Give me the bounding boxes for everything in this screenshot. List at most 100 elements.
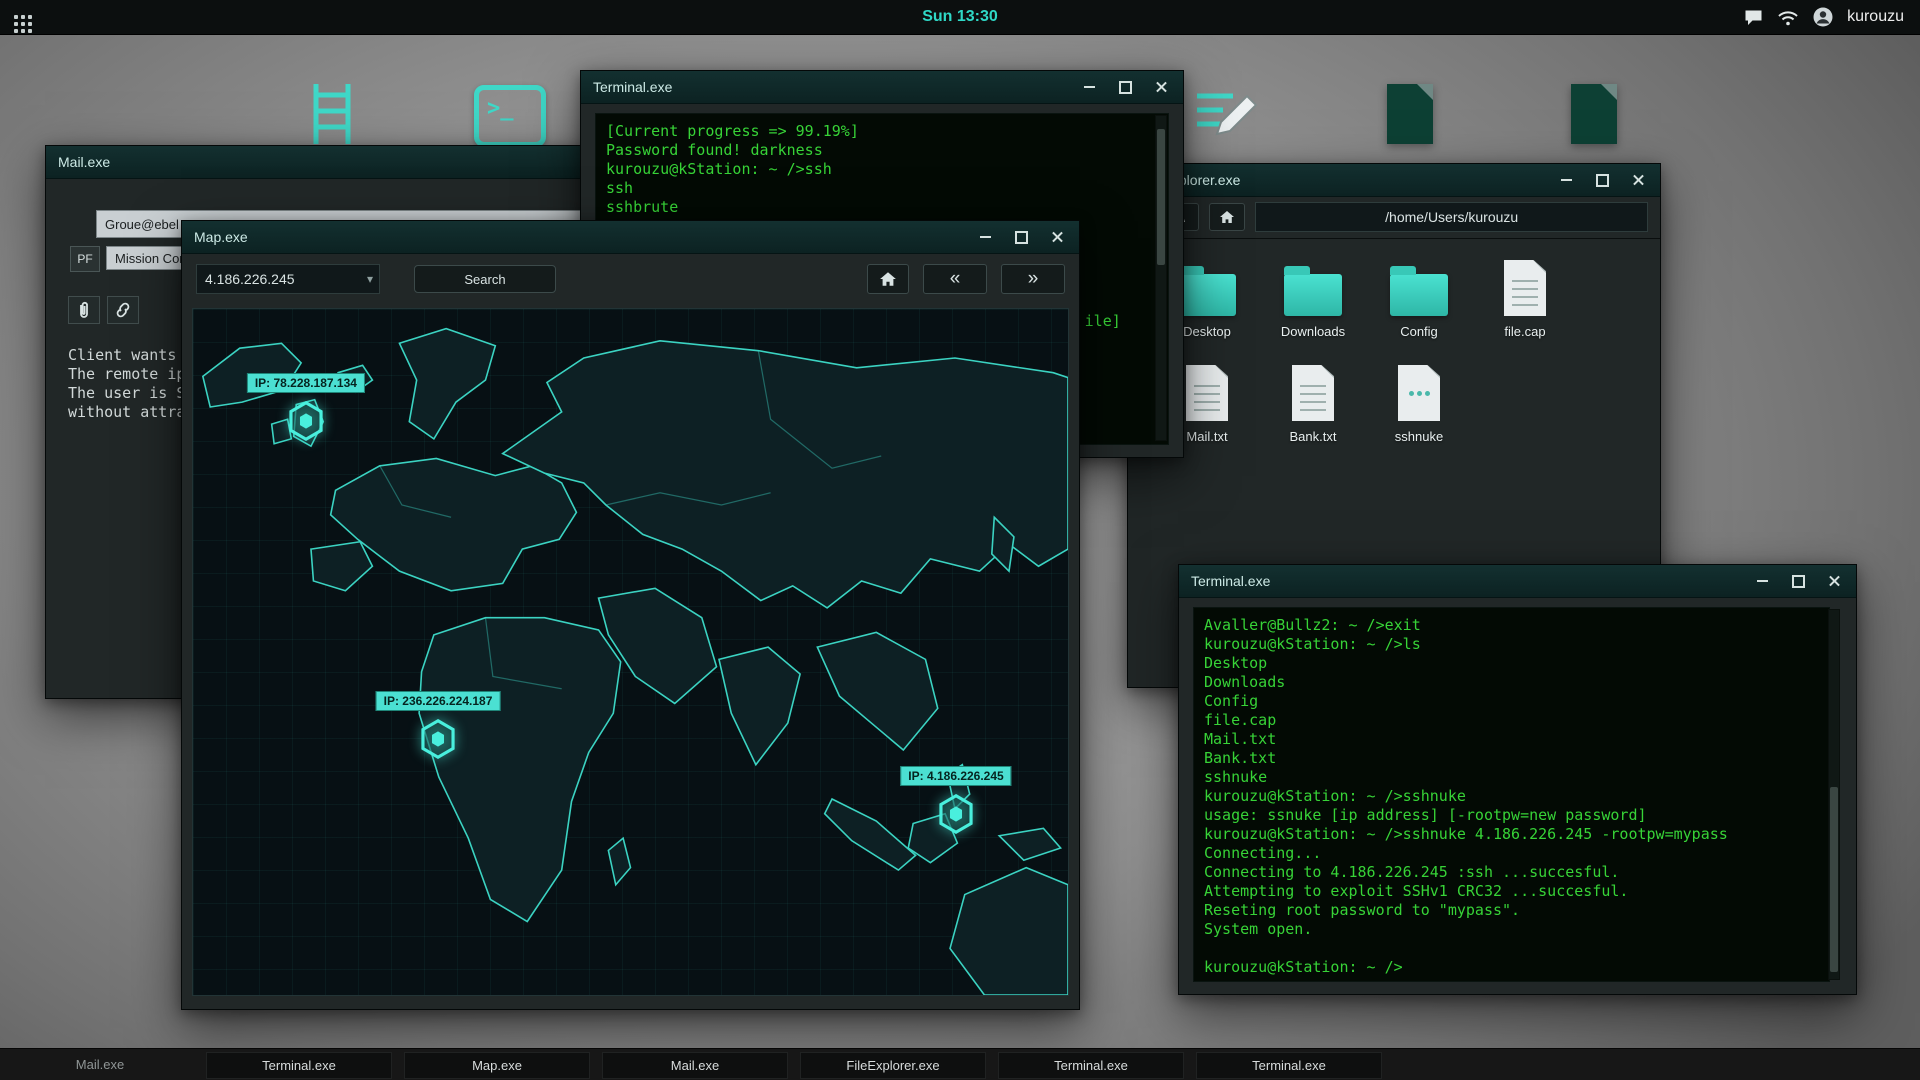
desktop-icon-file-1[interactable] [1368, 72, 1452, 156]
home-icon [1219, 210, 1235, 224]
file-item-file-cap[interactable]: file.cap [1472, 260, 1578, 339]
map-view[interactable]: IP: 78.228.187.134 IP: 236.226.224.187 IP:… [192, 308, 1069, 996]
username: kurouzu [1847, 8, 1904, 26]
desktop-icon-notes[interactable] [1185, 70, 1269, 154]
minimize-icon [1084, 86, 1095, 88]
close-button[interactable] [1628, 171, 1648, 189]
taskbar-item[interactable]: Terminal.exe [1196, 1052, 1382, 1079]
maximize-button[interactable] [1788, 572, 1808, 590]
window-title: Terminal.exe [1191, 573, 1270, 589]
wifi-icon[interactable] [1777, 9, 1799, 26]
taskbar-item[interactable]: Terminal.exe [206, 1052, 392, 1079]
chat-icon[interactable] [1744, 9, 1763, 26]
file-label: Mail.txt [1186, 429, 1227, 444]
search-button[interactable]: Search [414, 265, 556, 293]
hex-marker-icon [937, 793, 975, 835]
window-title: Mail.exe [58, 154, 110, 170]
map-toolbar: ▾ Search « » [182, 253, 1079, 305]
file-item-sshnuke[interactable]: sshnuke [1366, 365, 1472, 444]
close-icon [1828, 575, 1840, 587]
link-icon [114, 302, 132, 318]
minimize-icon [980, 236, 991, 238]
scrollbar-thumb[interactable] [1830, 787, 1838, 972]
taskbar-item-pinned[interactable]: Mail.exe [40, 1052, 160, 1077]
file-item-bank-txt[interactable]: Bank.txt [1260, 365, 1366, 444]
path-field[interactable] [1255, 202, 1648, 232]
maximize-button[interactable] [1115, 78, 1135, 96]
file-item-config[interactable]: Config [1366, 260, 1472, 339]
window-title: Map.exe [194, 229, 248, 245]
file-icon [1387, 84, 1433, 144]
ip-chip: IP: 78.228.187.134 [247, 373, 365, 393]
map-titlebar[interactable]: Map.exe [182, 221, 1079, 254]
close-button[interactable] [1824, 572, 1844, 590]
file-label: Config [1400, 324, 1438, 339]
maximize-button[interactable] [1011, 228, 1031, 246]
taskbar-item[interactable]: Map.exe [404, 1052, 590, 1079]
minimize-button[interactable] [1079, 78, 1099, 96]
map-markers: IP: 78.228.187.134 IP: 236.226.224.187 IP:… [193, 309, 1068, 995]
scrollbar[interactable] [1155, 115, 1167, 441]
mail-body-text[interactable]: Client wants The remote ip The user is S… [68, 346, 185, 422]
taskbar-item[interactable]: FileExplorer.exe [800, 1052, 986, 1079]
minimize-button[interactable] [1752, 572, 1772, 590]
home-button[interactable] [867, 264, 909, 294]
file-icon [1571, 84, 1617, 144]
binary-icon [1398, 365, 1440, 421]
maximize-icon [1792, 575, 1805, 588]
file-grid: DesktopDownloadsConfigfile.capMail.txtBa… [1154, 260, 1578, 444]
desktop-icon-ladder[interactable] [290, 72, 374, 156]
terminal-titlebar[interactable]: Terminal.exe [1179, 565, 1856, 598]
terminal-titlebar[interactable]: Terminal.exe [581, 71, 1183, 104]
back-button[interactable]: « [923, 264, 987, 294]
file-icon [1292, 365, 1334, 421]
pencil-icon [1193, 82, 1261, 142]
scrollbar-thumb[interactable] [1157, 129, 1165, 265]
home-icon [879, 271, 897, 287]
chevron-down-icon[interactable]: ▾ [367, 272, 379, 286]
desktop: Sun 13:30 kurouzu >_ [0, 0, 1920, 1080]
file-label: file.cap [1504, 324, 1545, 339]
file-icon [1186, 365, 1228, 421]
minimize-icon [1757, 580, 1768, 582]
ip-search-input[interactable] [197, 271, 367, 287]
folder-icon [1284, 274, 1342, 316]
terminal-output[interactable]: Avaller@Bullz2: ~ />exit kurouzu@kStatio… [1193, 607, 1830, 982]
account-icon[interactable] [1813, 7, 1833, 27]
folder-icon [1178, 274, 1236, 316]
map-marker[interactable]: IP: 236.226.224.187 [419, 718, 457, 760]
maximize-button[interactable] [1592, 171, 1612, 189]
taskbar-item[interactable]: Terminal.exe [998, 1052, 1184, 1079]
explorer-titlebar[interactable]: FileExplorer.exe [1128, 164, 1660, 197]
file-label: sshnuke [1395, 429, 1443, 444]
minimize-button[interactable] [1556, 171, 1576, 189]
hex-marker-icon [419, 718, 457, 760]
ladder-icon [306, 81, 358, 147]
desktop-icon-file-2[interactable] [1552, 72, 1636, 156]
map-marker[interactable]: IP: 4.186.226.245 [937, 793, 975, 835]
map-nav: « » [867, 264, 1065, 294]
window-terminal-bottom: Terminal.exe Avaller@Bullz2: ~ />exit ku… [1178, 564, 1857, 995]
topbar: Sun 13:30 kurouzu [0, 0, 1920, 35]
attach-button[interactable] [68, 296, 100, 324]
taskbar: Mail.exe Terminal.exe Map.exe Mail.exe File… [0, 1048, 1920, 1080]
terminal-icon: >_ [474, 85, 546, 147]
map-marker[interactable]: IP: 78.228.187.134 [287, 400, 325, 442]
link-button[interactable] [107, 296, 139, 324]
close-icon [1632, 174, 1644, 186]
close-button[interactable] [1047, 228, 1067, 246]
home-button[interactable] [1209, 203, 1245, 231]
file-label: Downloads [1281, 324, 1345, 339]
ip-search-combo[interactable]: ▾ [196, 264, 380, 294]
taskbar-item[interactable]: Mail.exe [602, 1052, 788, 1079]
file-icon [1504, 260, 1546, 316]
close-icon [1051, 231, 1063, 243]
file-item-downloads[interactable]: Downloads [1260, 260, 1366, 339]
explorer-toolbar: > ∧ [1128, 196, 1660, 239]
pf-button[interactable]: PF [70, 246, 100, 272]
scrollbar[interactable] [1828, 609, 1840, 980]
minimize-button[interactable] [975, 228, 995, 246]
forward-button[interactable]: » [1001, 264, 1065, 294]
app-grid-icon[interactable] [14, 15, 18, 19]
close-button[interactable] [1151, 78, 1171, 96]
